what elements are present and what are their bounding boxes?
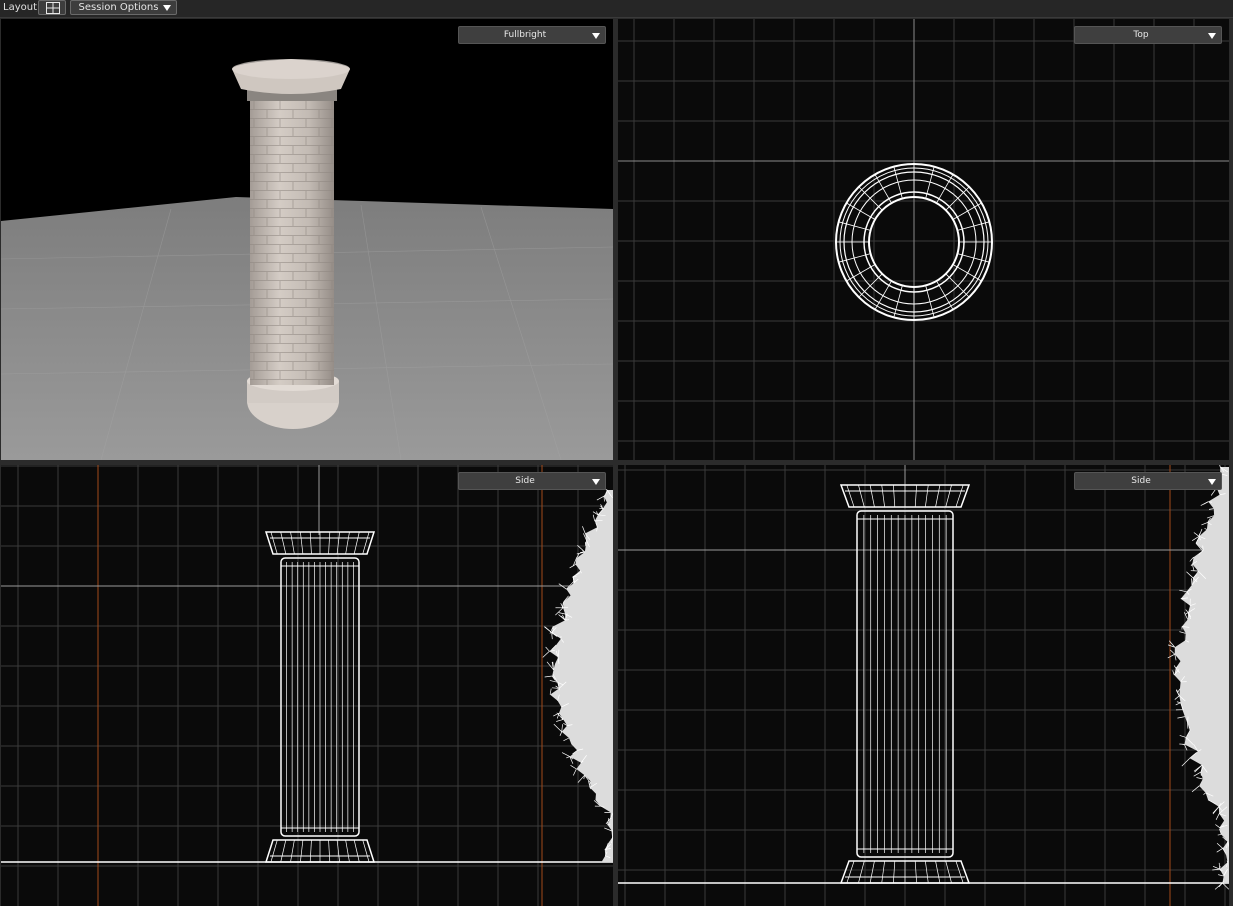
side-viewport-right[interactable]: Side (618, 465, 1229, 906)
view-direction-dropdown[interactable]: Side (458, 472, 606, 490)
side-wireframe-left (1, 465, 613, 906)
grid-four-pane-icon (46, 2, 60, 14)
top-viewport[interactable]: Top (618, 19, 1229, 460)
chevron-down-icon (1208, 479, 1216, 485)
view-direction-label: Side (1131, 476, 1151, 486)
layout-select-button[interactable] (38, 0, 66, 15)
chevron-down-icon (163, 5, 171, 11)
view-direction-label: Top (1133, 30, 1149, 40)
chevron-down-icon (592, 479, 600, 485)
column-side-wireframe (839, 484, 971, 884)
view-direction-dropdown[interactable]: Top (1074, 26, 1222, 44)
chevron-down-icon (1208, 33, 1216, 39)
render-mode-label: Fullbright (503, 30, 547, 40)
side-wireframe-right (618, 465, 1229, 906)
side-viewport-left[interactable]: Side (1, 465, 613, 906)
render-mode-dropdown[interactable]: Fullbright (458, 26, 606, 44)
chevron-down-icon (592, 33, 600, 39)
view-direction-dropdown[interactable]: Side (1074, 472, 1222, 490)
layout-label: Layout: (3, 2, 41, 13)
session-options-label: Session Options (78, 2, 159, 13)
tree-wireframe (1167, 465, 1229, 890)
top-wireframe (618, 19, 1229, 460)
perspective-scene (1, 59, 613, 460)
column-side-wireframe (264, 531, 376, 863)
layout-toolbar: Layout: Session Options (0, 0, 1233, 18)
view-direction-label: Side (515, 476, 535, 486)
session-options-dropdown[interactable]: Session Options (70, 0, 177, 15)
perspective-viewport[interactable]: Fullbright (1, 19, 613, 460)
